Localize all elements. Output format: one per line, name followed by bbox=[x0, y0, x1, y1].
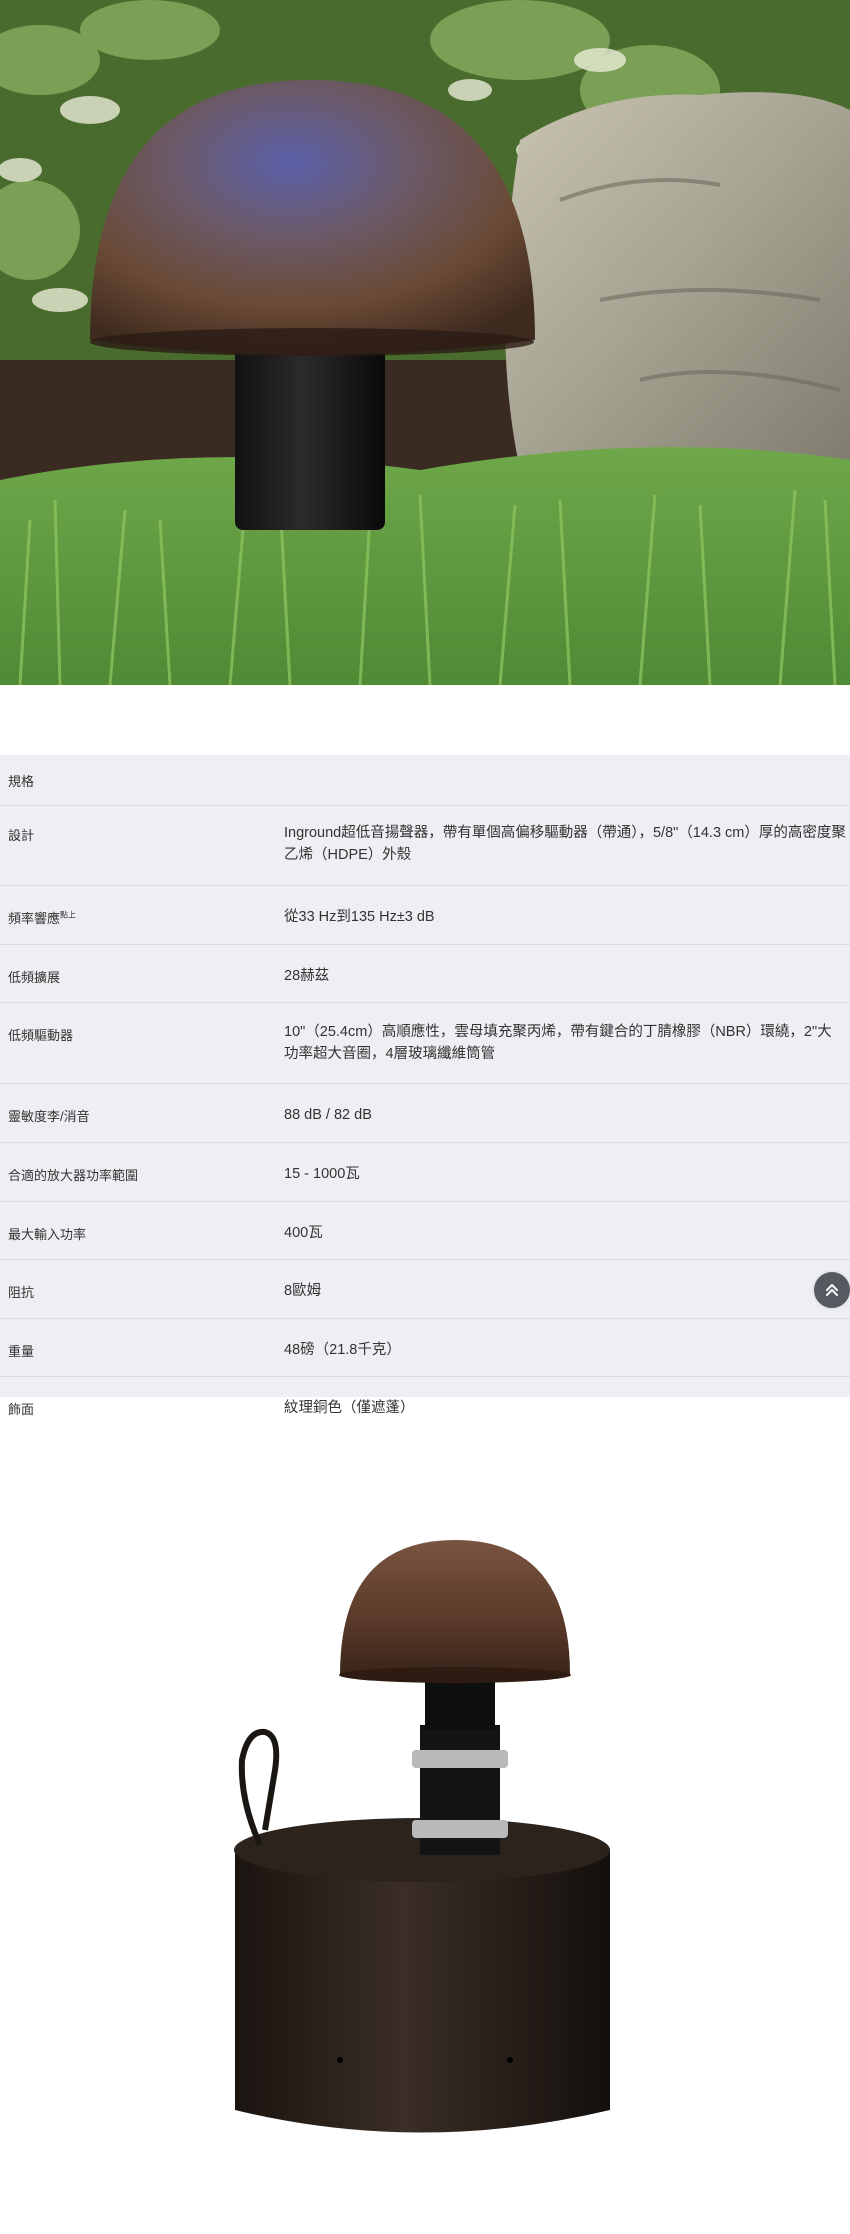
spec-value: Inground超低音揚聲器，帶有單個高偏移驅動器（帶通），5/8"（14.3 … bbox=[284, 825, 846, 863]
spec-label: 阻抗 bbox=[8, 1285, 35, 1300]
spec-row: 合適的放大器功率範圍 15 - 1000瓦 bbox=[0, 1142, 850, 1201]
spec-table: 規格 設計 Inground超低音揚聲器，帶有單個高偏移驅動器（帶通），5/8"… bbox=[0, 755, 850, 1417]
spec-row: 低頻擴展 28赫茲 bbox=[0, 944, 850, 1002]
spec-row: 靈敏度李/消音 88 dB / 82 dB bbox=[0, 1083, 850, 1142]
scroll-to-top-button[interactable] bbox=[812, 1270, 850, 1310]
spec-value: 紋理銅色（僅遮蓬） bbox=[284, 1400, 415, 1416]
spec-value: 88 dB / 82 dB bbox=[284, 1107, 372, 1123]
spec-value: 48磅（21.8千克） bbox=[284, 1342, 401, 1358]
spec-title: 規格 bbox=[8, 773, 35, 789]
spec-row: 低頻驅動器 10"（25.4cm）高順應性，雲母填充聚丙烯，帶有鍵合的丁腈橡膠（… bbox=[0, 1002, 850, 1083]
spec-row: 阻抗 8歐姆 bbox=[0, 1259, 850, 1318]
spec-row: 設計 Inground超低音揚聲器，帶有單個高偏移驅動器（帶通），5/8"（14… bbox=[0, 805, 850, 885]
spec-row: 重量 48磅（21.8千克） bbox=[0, 1318, 850, 1376]
spec-row: 最大輸入功率 400瓦 bbox=[0, 1201, 850, 1259]
spec-label: 頻率響應點上 bbox=[8, 910, 77, 926]
product-image bbox=[220, 1500, 680, 2160]
spec-label: 合適的放大器功率範圍 bbox=[8, 1168, 139, 1183]
hero-image bbox=[0, 0, 850, 685]
spec-value: 8歐姆 bbox=[284, 1283, 322, 1299]
spec-label: 低頻擴展 bbox=[8, 970, 61, 985]
spec-label: 低頻驅動器 bbox=[8, 1028, 74, 1043]
spec-value: 從33 Hz到135 Hz±3 dB bbox=[284, 909, 435, 925]
spec-value: 10"（25.4cm）高順應性，雲母填充聚丙烯，帶有鍵合的丁腈橡膠（NBR）環繞… bbox=[284, 1024, 832, 1062]
spec-label: 飾面 bbox=[8, 1402, 35, 1417]
spec-value: 15 - 1000瓦 bbox=[284, 1166, 360, 1182]
spec-value: 400瓦 bbox=[284, 1225, 323, 1241]
hero-illustration bbox=[0, 0, 850, 685]
spec-label: 最大輸入功率 bbox=[8, 1227, 87, 1242]
product-illustration bbox=[220, 1500, 680, 2160]
double-chevron-up-icon bbox=[826, 1284, 838, 1296]
spec-row: 頻率響應點上 從33 Hz到135 Hz±3 dB bbox=[0, 885, 850, 944]
spec-label: 設計 bbox=[8, 828, 35, 843]
spec-label: 重量 bbox=[8, 1344, 35, 1359]
spec-label-note: 點上 bbox=[60, 910, 77, 920]
spec-row: 飾面 紋理銅色（僅遮蓬） bbox=[0, 1376, 850, 1426]
spec-value: 28赫茲 bbox=[284, 968, 330, 984]
spec-label: 靈敏度李/消音 bbox=[8, 1109, 90, 1124]
